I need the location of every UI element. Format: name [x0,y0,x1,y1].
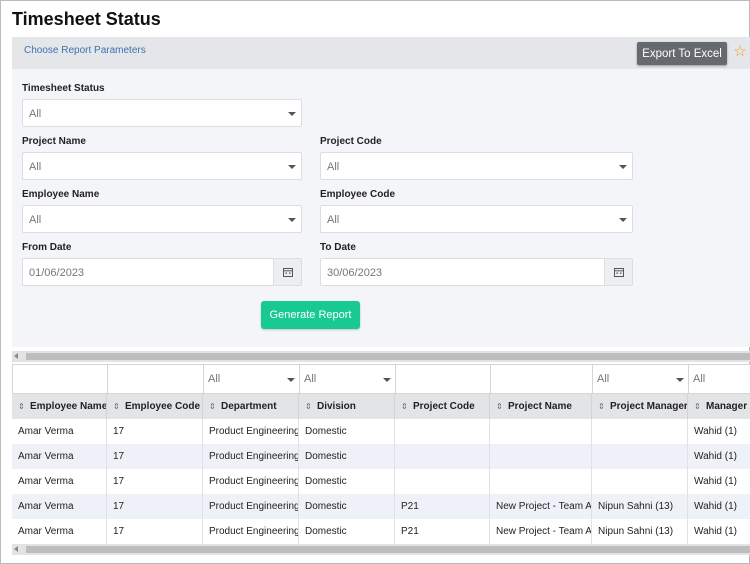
sort-icon[interactable]: ⇕ [18,394,26,419]
table-row[interactable]: Amar Verma 17 Product Engineering Domest… [12,444,750,469]
project-code-label: Project Code [320,136,382,147]
chevron-down-icon [288,112,296,116]
column-header-project-name[interactable]: ⇕ Project Name [490,394,592,419]
sort-icon[interactable]: ⇕ [209,394,217,419]
employee-code-select[interactable]: All [320,205,633,233]
timesheet-grid: All All All All ⇕ Employee Name ⇕ Employee… [12,364,750,544]
timesheet-status-select[interactable]: All [22,99,302,127]
chevron-down-icon [619,218,627,222]
chevron-down-icon [676,378,684,382]
table-row[interactable]: Amar Verma 17 Product Engineering Domest… [12,419,750,444]
calendar-icon[interactable] [273,259,301,285]
export-to-excel-button[interactable]: Export To Excel [637,42,727,65]
grid-top-scrollbar[interactable] [12,351,750,362]
choose-report-parameters-link[interactable]: Choose Report Parameters [24,45,146,56]
from-date-label: From Date [22,242,72,253]
column-header-employee-code[interactable]: ⇕ Employee Code [107,394,203,419]
column-header-division[interactable]: ⇕ Division [299,394,395,419]
chevron-down-icon [383,378,391,382]
chevron-down-icon [288,165,296,169]
filter-department[interactable]: All [203,364,299,394]
timesheet-status-label: Timesheet Status [22,83,105,94]
scroll-left-icon[interactable] [14,546,18,552]
scrollbar-thumb[interactable] [26,546,750,553]
column-header-project-manager[interactable]: ⇕ Project Manager [592,394,688,419]
filter-project-manager[interactable]: All [592,364,688,394]
page-title: Timesheet Status [12,9,161,29]
employee-name-label: Employee Name [22,189,100,200]
grid-bottom-scrollbar[interactable] [12,544,750,555]
column-header-department[interactable]: ⇕ Department [203,394,299,419]
star-icon[interactable]: ☆ [732,43,748,61]
table-row[interactable]: Amar Verma 17 Product Engineering Domest… [12,469,750,494]
sort-icon[interactable]: ⇕ [305,394,313,419]
filter-project-code[interactable] [395,364,490,394]
scrollbar-thumb[interactable] [26,353,750,360]
report-parameters-bar: Choose Report Parameters Export To Excel… [12,37,750,69]
sort-icon[interactable]: ⇕ [496,394,504,419]
employee-name-select[interactable]: All [22,205,302,233]
chevron-down-icon [619,165,627,169]
project-name-value: All [29,161,42,173]
filter-project-name[interactable] [490,364,592,394]
sort-icon[interactable]: ⇕ [401,394,409,419]
filter-employee-name[interactable] [12,364,107,394]
to-date-input[interactable]: 30/06/2023 [320,258,633,286]
sort-icon[interactable]: ⇕ [113,394,121,419]
column-header-employee-name[interactable]: ⇕ Employee Name [12,394,107,419]
project-name-select[interactable]: All [22,152,302,180]
to-date-label: To Date [320,242,356,253]
chevron-down-icon [287,378,295,382]
scroll-left-icon[interactable] [14,353,18,359]
timesheet-status-value: All [29,108,42,120]
filter-division[interactable]: All [299,364,395,394]
employee-name-value: All [29,214,42,226]
to-date-value: 30/06/2023 [327,267,383,279]
calendar-icon[interactable] [604,259,632,285]
sort-icon[interactable]: ⇕ [694,394,702,419]
sort-icon[interactable]: ⇕ [598,394,606,419]
filter-row: All All All All [12,364,750,394]
filter-employee-code[interactable] [107,364,203,394]
project-code-value: All [327,161,340,173]
employee-code-label: Employee Code [320,189,396,200]
column-header-manager-name[interactable]: ⇕Manager Name [688,394,750,419]
generate-report-button[interactable]: Generate Report [261,301,360,329]
table-row[interactable]: Amar Verma 17 Product Engineering Domest… [12,519,750,544]
project-name-label: Project Name [22,136,86,147]
filter-manager-name[interactable]: All [688,364,750,394]
employee-code-value: All [327,214,340,226]
project-code-select[interactable]: All [320,152,633,180]
column-header-project-code[interactable]: ⇕ Project Code [395,394,490,419]
report-parameters-form: Timesheet Status All Project Name All Pr… [12,69,750,347]
from-date-input[interactable]: 01/06/2023 [22,258,302,286]
chevron-down-icon [288,218,296,222]
header-row: ⇕ Employee Name ⇕ Employee Code ⇕ Departmen… [12,394,750,419]
from-date-value: 01/06/2023 [29,267,85,279]
table-row[interactable]: Amar Verma 17 Product Engineering Domest… [12,494,750,519]
